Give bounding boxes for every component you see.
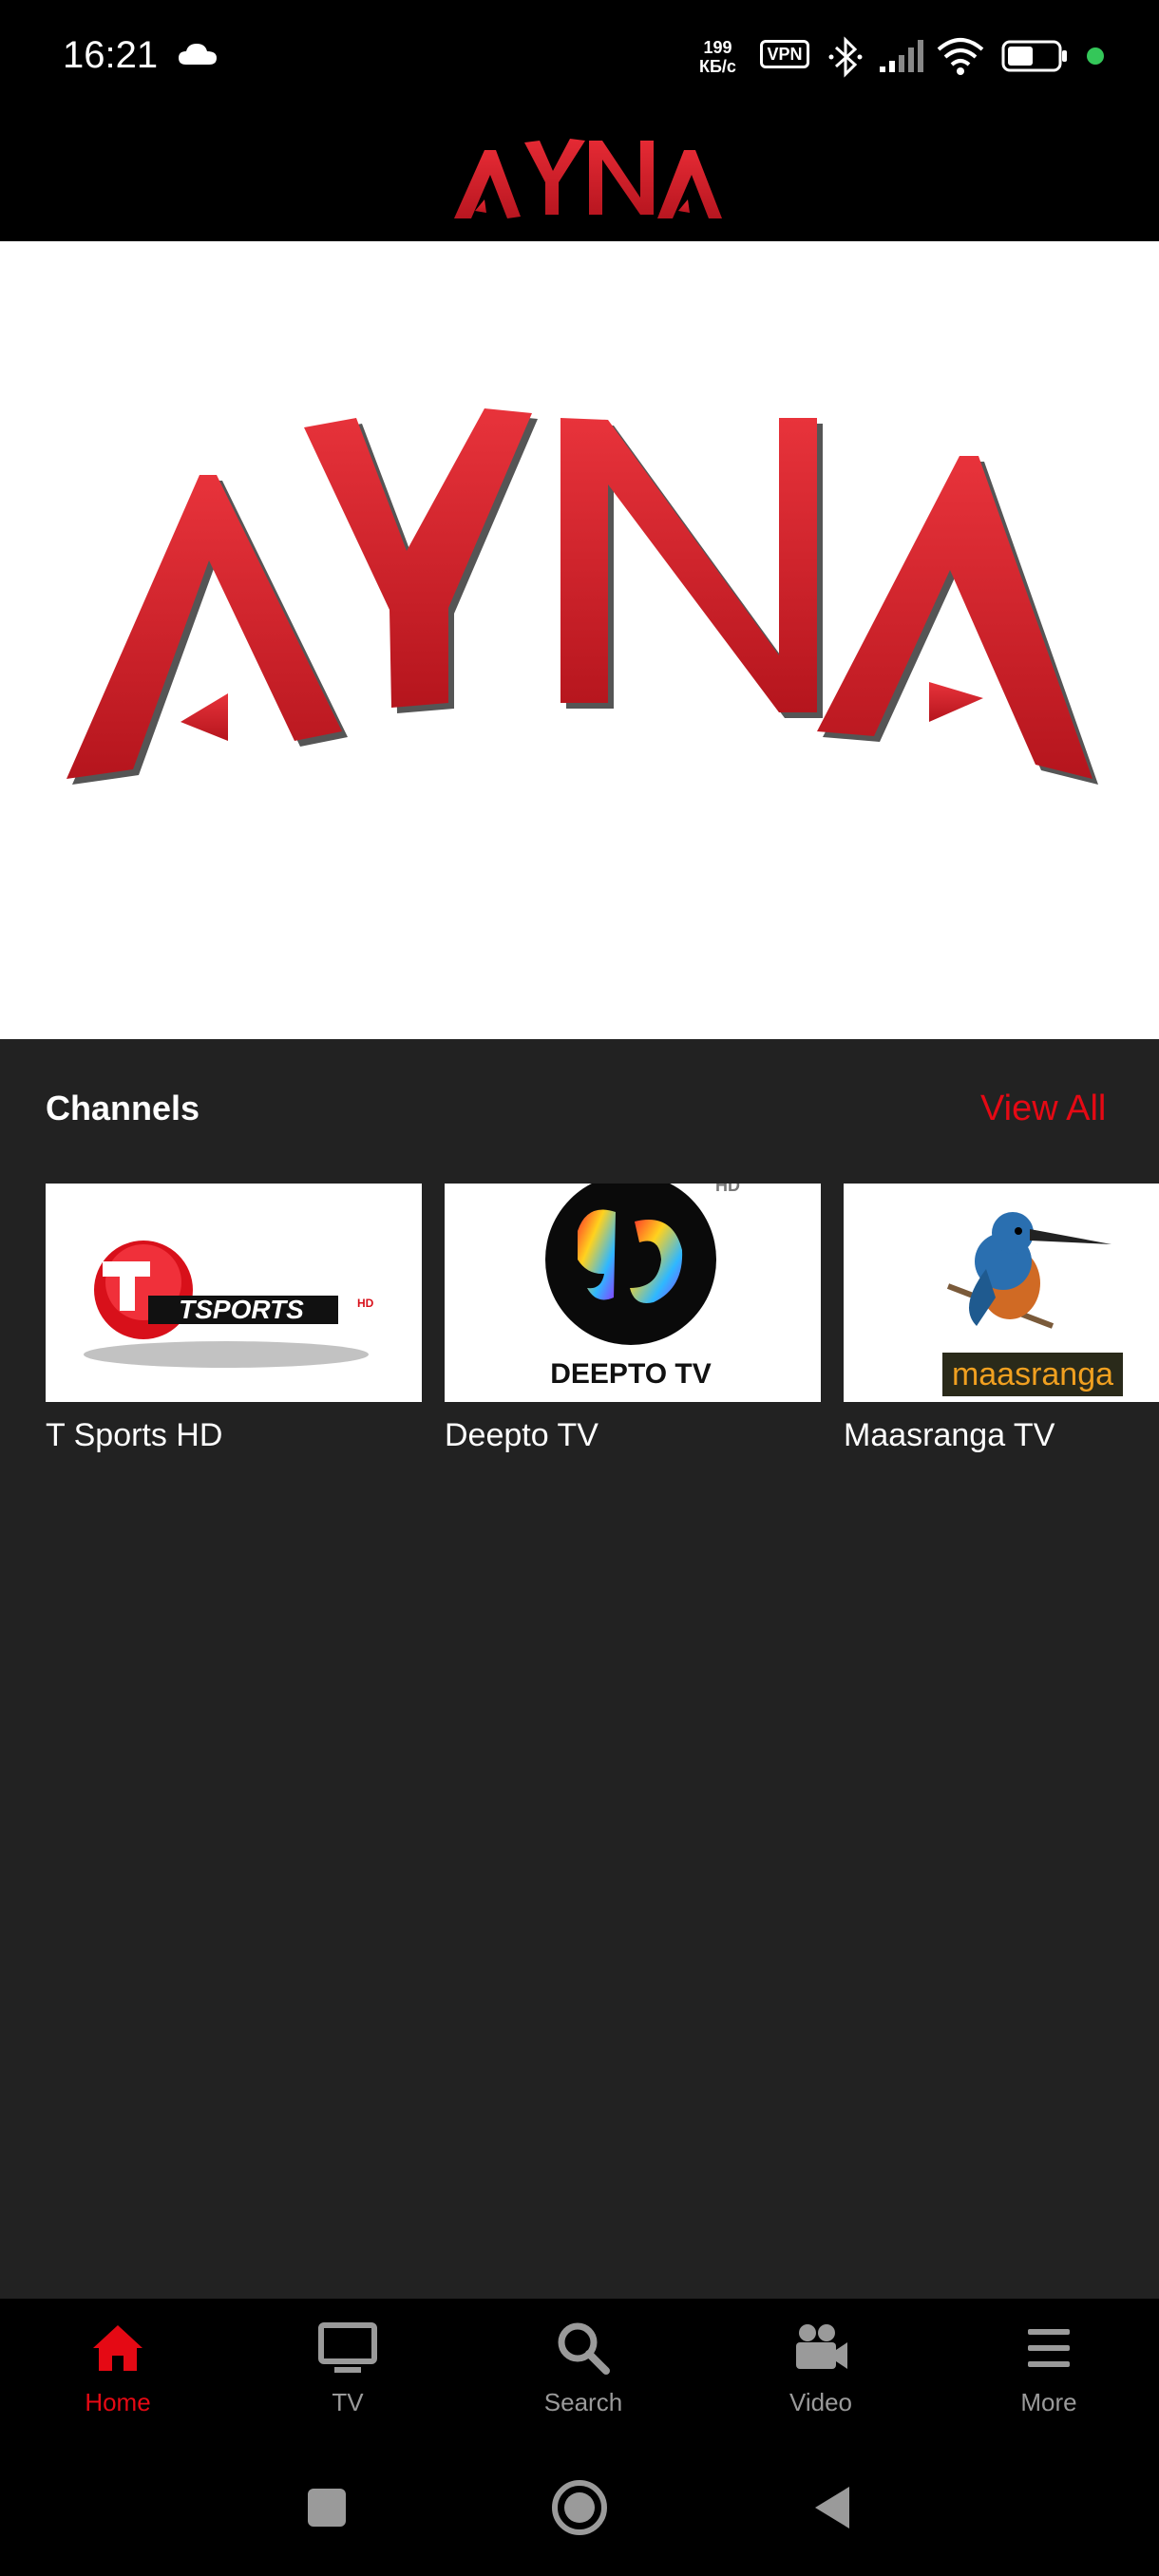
search-icon — [558, 2322, 610, 2375]
svg-text:TSPORTS: TSPORTS — [179, 1295, 304, 1324]
section-title-channels: Channels — [46, 1089, 200, 1127]
channel-name[interactable]: T Sports HD — [46, 1417, 222, 1454]
home-icon — [93, 2325, 142, 2371]
nav-video[interactable]: Video — [745, 2318, 897, 2441]
recents-icon[interactable] — [296, 2477, 357, 2538]
svg-text:HD: HD — [357, 1297, 374, 1310]
signal-icon — [880, 40, 923, 72]
svg-text:maasranga: maasranga — [952, 1356, 1113, 1392]
svg-text:HD: HD — [715, 1184, 740, 1195]
svg-text:DEEPTO TV: DEEPTO TV — [550, 1358, 711, 1390]
battery-icon — [1001, 40, 1067, 72]
channel-name[interactable]: Deepto TV — [445, 1417, 598, 1454]
view-all-link[interactable]: View All — [980, 1089, 1106, 1129]
vpn-icon: VPN — [760, 40, 809, 68]
header-logo — [454, 139, 722, 218]
nav-home[interactable]: Home — [42, 2318, 194, 2441]
bluetooth-icon — [828, 36, 863, 78]
tv-icon — [318, 2322, 377, 2373]
status-time: 16:21 — [63, 34, 159, 76]
nav-more[interactable]: More — [973, 2318, 1125, 2441]
back-icon[interactable] — [804, 2477, 864, 2538]
channel-card-tsports[interactable]: TSPORTS HD — [46, 1184, 422, 1402]
network-speed: 199 КБ/с — [699, 38, 736, 76]
home-circle-icon[interactable] — [549, 2477, 610, 2538]
nav-tv[interactable]: TV — [272, 2318, 424, 2441]
channel-card-maasranga[interactable]: maasranga — [844, 1184, 1159, 1402]
menu-icon — [1028, 2329, 1070, 2367]
channel-name[interactable]: Maasranga TV — [844, 1417, 1054, 1454]
cloud-icon — [179, 44, 217, 65]
banner-logo — [66, 408, 1098, 785]
wifi-icon — [937, 38, 984, 75]
tsports-logo: TSPORTS HD — [84, 1241, 374, 1368]
privacy-indicator — [1087, 47, 1104, 65]
video-camera-icon — [796, 2324, 847, 2369]
channel-card-deepto[interactable]: DEEPTO TV HD — [445, 1184, 821, 1402]
nav-search[interactable]: Search — [507, 2318, 659, 2441]
maasranga-logo: maasranga — [942, 1212, 1123, 1396]
deepto-logo: DEEPTO TV HD — [540, 1184, 740, 1398]
